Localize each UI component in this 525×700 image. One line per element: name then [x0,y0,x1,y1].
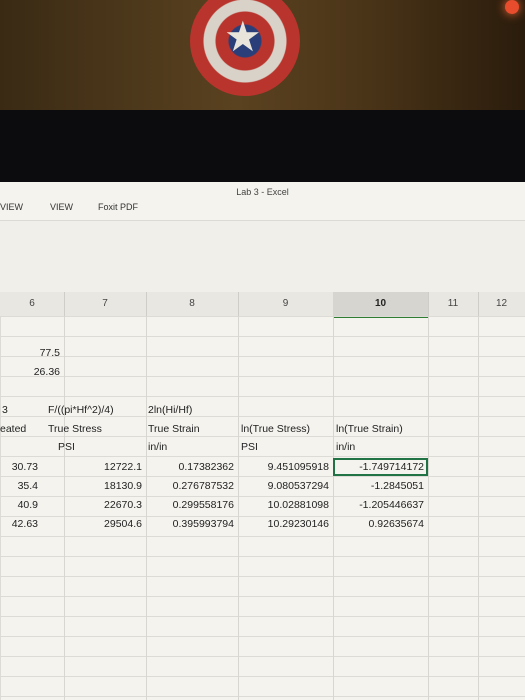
table-cell[interactable]: 10.02881098 [238,499,329,511]
table-cell[interactable]: 30.73 [0,461,38,473]
tab-foxit-pdf[interactable]: Foxit PDF [98,202,138,212]
column-header-10[interactable]: 10 [333,292,429,318]
tab-view-2[interactable]: VIEW [50,202,73,212]
column-header-7[interactable]: 7 [64,292,147,316]
lamp-light [505,0,519,14]
cell-value[interactable]: 77.5 [0,347,60,359]
background-room: ★ [0,0,525,110]
ribbon-panel [0,220,525,294]
header-cell[interactable]: PSI [58,441,75,453]
table-cell[interactable]: 9.451095918 [238,461,329,473]
column-header-11[interactable]: 11 [428,292,479,316]
active-cell-border [333,458,428,476]
header-cell[interactable]: ln(True Strain) [336,423,403,435]
table-cell[interactable]: 9.080537294 [238,480,329,492]
monitor-bezel [0,110,525,182]
excel-window: Lab 3 - Excel VIEW VIEW Foxit PDF 6 7 8 … [0,182,525,700]
table-cell[interactable]: 18130.9 [64,480,142,492]
header-cell[interactable]: True Stress [48,423,102,435]
grid-line [428,316,429,700]
table-cell[interactable]: 42.63 [0,518,38,530]
table-cell[interactable]: 0.276787532 [146,480,234,492]
header-cell[interactable]: 3 [2,404,8,416]
header-cell[interactable]: F/((pi*Hf^2)/4) [48,404,114,416]
table-cell[interactable]: -1.205446637 [333,499,424,511]
cell-value[interactable]: 26.36 [0,366,60,378]
table-cell[interactable]: 0.395993794 [146,518,234,530]
tab-view-1[interactable]: VIEW [0,202,23,212]
table-cell[interactable]: 0.92635674 [333,518,424,530]
table-cell[interactable]: 12722.1 [64,461,142,473]
header-cell[interactable]: ln(True Stress) [241,423,310,435]
header-cell[interactable]: in/in [148,441,167,453]
header-cell[interactable]: 2ln(Hi/Hf) [148,404,192,416]
table-cell[interactable]: -1.2845051 [333,480,424,492]
header-cell[interactable]: True Strain [148,423,200,435]
column-header-12[interactable]: 12 [478,292,525,316]
column-header-6[interactable]: 6 [0,292,65,316]
column-header-8[interactable]: 8 [146,292,239,316]
table-cell[interactable]: 40.9 [0,499,38,511]
star-icon: ★ [224,13,262,60]
column-header-9[interactable]: 9 [238,292,334,316]
grid-line [478,316,479,700]
table-cell[interactable]: 35.4 [0,480,38,492]
header-cell[interactable]: in/in [336,441,355,453]
window-title: Lab 3 - Excel [236,187,289,197]
table-cell[interactable]: 0.299558176 [146,499,234,511]
table-cell[interactable]: 0.17382362 [146,461,234,473]
column-header-bar: 6 7 8 9 10 11 12 [0,292,525,318]
table-cell[interactable]: 29504.6 [64,518,142,530]
table-cell[interactable]: 10.29230146 [238,518,329,530]
table-cell[interactable]: 22670.3 [64,499,142,511]
header-cell[interactable]: eated [0,423,26,435]
header-cell[interactable]: PSI [241,441,258,453]
